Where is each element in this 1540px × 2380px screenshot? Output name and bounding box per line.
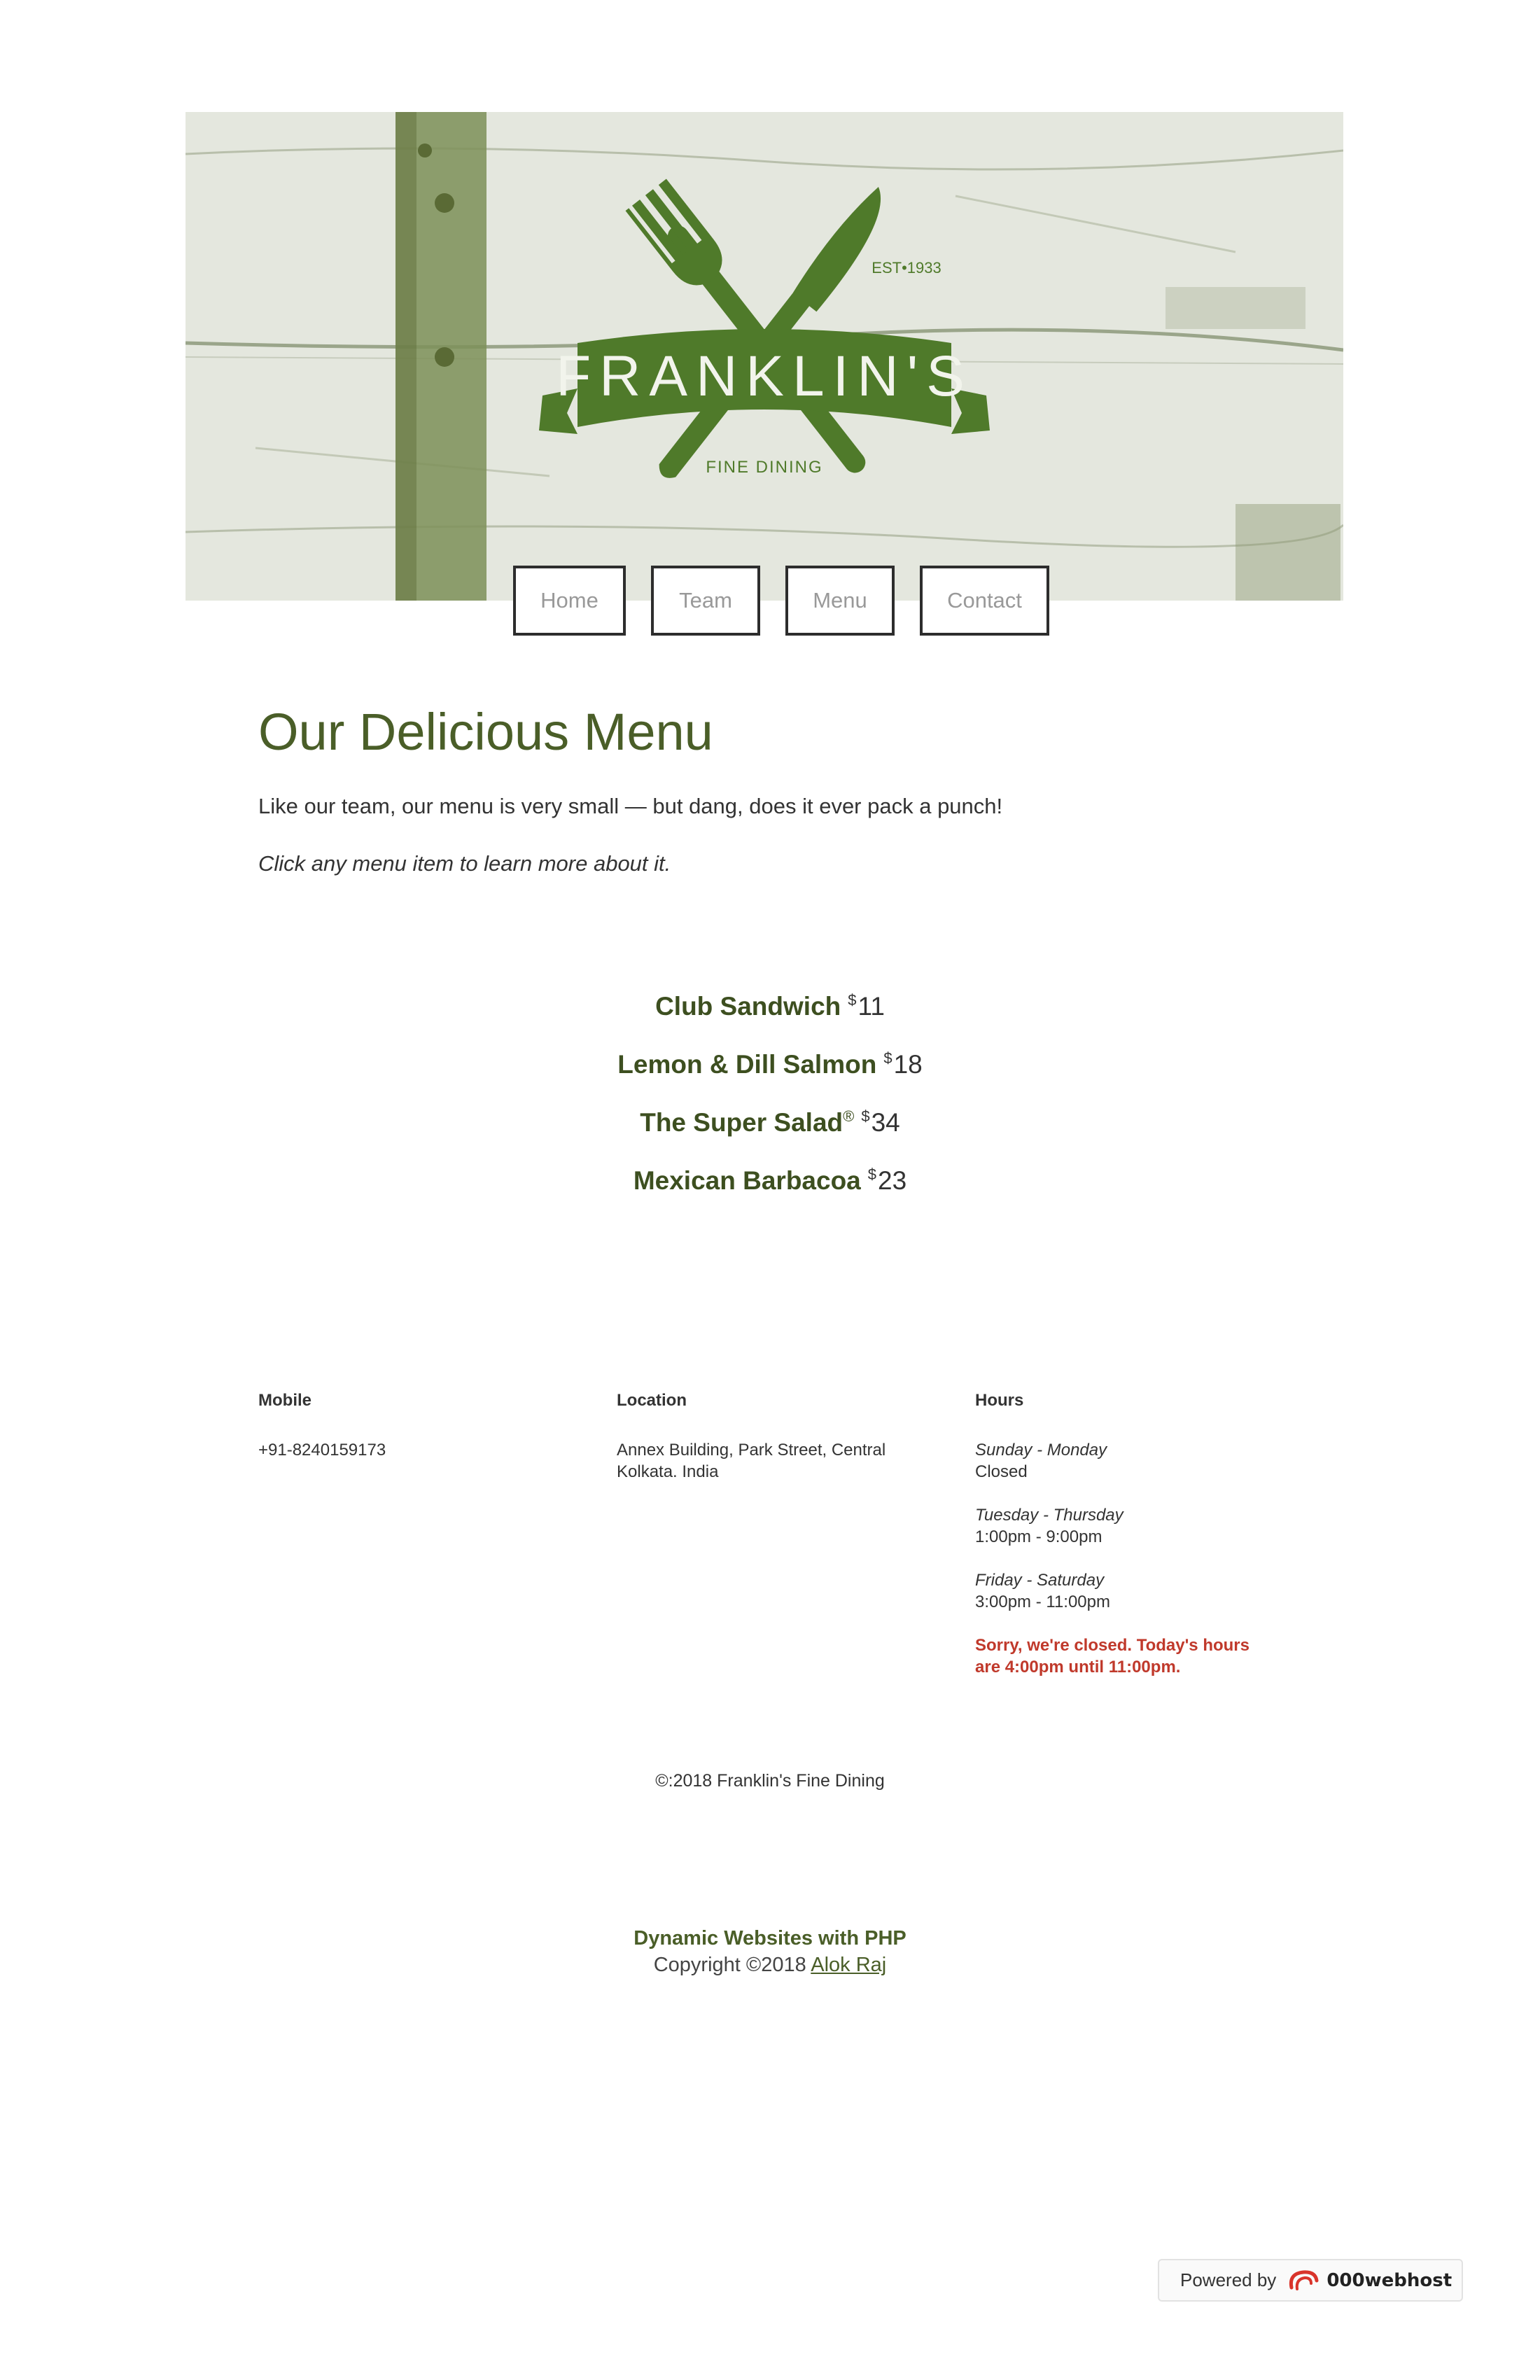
closed-notice: Sorry, we're closed. Today's hours are 4…	[975, 1636, 1250, 1676]
hours-heading: Hours	[975, 1391, 1024, 1410]
price-value: 18	[893, 1050, 923, 1079]
nav-menu[interactable]: Menu	[785, 566, 895, 636]
hero-banner: FRANKLIN'S EST•1933 FINE DINING	[186, 112, 1343, 601]
menu-item-name: Mexican Barbacoa	[633, 1166, 861, 1195]
powered-by-badge[interactable]: Powered by 000webhost	[1158, 2259, 1463, 2302]
currency-symbol: $	[848, 991, 857, 1009]
hint-text: Click any menu item to learn more about …	[258, 851, 671, 876]
menu-item-mexican-barbacoa[interactable]: Mexican Barbacoa $23	[0, 1158, 1540, 1195]
hours-time: 3:00pm - 11:00pm	[975, 1592, 1110, 1611]
currency-symbol: $	[861, 1107, 870, 1125]
menu-item-name: Club Sandwich	[655, 992, 841, 1021]
main-nav: Home Team Menu Contact	[513, 566, 1049, 636]
logo-established: EST•1933	[872, 259, 941, 276]
intro-text: Like our team, our menu is very small — …	[258, 794, 1003, 818]
hours-column: Hours Sunday - Monday Closed Tuesday - T…	[975, 1390, 1269, 1678]
price-value: 34	[871, 1108, 900, 1137]
menu-item-price: $23	[868, 1166, 906, 1195]
credit-copy-text: Copyright ©2018	[653, 1954, 806, 1976]
location-address: Annex Building, Park Street, Central Kol…	[617, 1441, 886, 1481]
menu-item-name: Lemon & Dill Salmon	[617, 1050, 877, 1079]
mobile-heading: Mobile	[258, 1391, 312, 1410]
main-content: Our Delicious Menu Like our team, our me…	[258, 693, 1273, 879]
hours-block: Sunday - Monday Closed	[975, 1439, 1269, 1483]
currency-symbol: $	[867, 1166, 877, 1183]
site-credit: Dynamic Websites with PHP Copyright ©201…	[0, 1925, 1540, 1978]
author-link[interactable]: Alok Raj	[811, 1954, 886, 1976]
page-title: Our Delicious Menu	[258, 703, 713, 761]
credit-copyright: Copyright ©2018 Alok Raj	[0, 1952, 1540, 1978]
hero-background: FRANKLIN'S EST•1933 FINE DINING	[186, 112, 1343, 601]
menu-item-super-salad[interactable]: The Super Salad® $34	[0, 1100, 1540, 1137]
copyright-text: ©:2018 Franklin's Fine Dining	[655, 1771, 885, 1791]
credit-title: Dynamic Websites with PHP	[634, 1927, 906, 1949]
hours-time: Closed	[975, 1462, 1028, 1481]
menu-list: Club Sandwich $11 Lemon & Dill Salmon $18 …	[0, 983, 1540, 1216]
000webhost-logo-icon	[1289, 2269, 1319, 2290]
nav-contact[interactable]: Contact	[920, 566, 1049, 636]
hours-days: Sunday - Monday	[975, 1441, 1107, 1460]
hours-time: 1:00pm - 9:00pm	[975, 1527, 1102, 1546]
logo-tagline: FINE DINING	[706, 458, 822, 477]
mobile-number: +91-8240159173	[258, 1441, 386, 1460]
menu-item-name: The Super Salad	[640, 1108, 844, 1137]
hours-days: Friday - Saturday	[975, 1571, 1105, 1590]
menu-item-price: $18	[883, 1049, 923, 1079]
nav-home[interactable]: Home	[513, 566, 626, 636]
mobile-column: Mobile +91-8240159173	[258, 1390, 552, 1461]
location-heading: Location	[617, 1391, 687, 1410]
powered-by-label: Powered by	[1180, 2269, 1277, 2290]
price-value: 23	[878, 1166, 907, 1195]
logo-name: FRANKLIN'S	[556, 344, 973, 408]
menu-item-club-sandwich[interactable]: Club Sandwich $11	[0, 983, 1540, 1021]
menu-item-price: $11	[848, 991, 885, 1021]
brand-name: 000webhost	[1326, 2269, 1452, 2291]
currency-symbol: $	[883, 1049, 892, 1067]
registered-mark: ®	[843, 1107, 855, 1125]
hours-days: Tuesday - Thursday	[975, 1506, 1124, 1525]
menu-item-price: $34	[861, 1107, 900, 1137]
nav-team[interactable]: Team	[651, 566, 760, 636]
hours-block: Friday - Saturday 3:00pm - 11:00pm	[975, 1569, 1269, 1613]
price-value: 11	[858, 992, 885, 1021]
menu-item-lemon-dill-salmon[interactable]: Lemon & Dill Salmon $18	[0, 1042, 1540, 1079]
location-column: Location Annex Building, Park Street, Ce…	[617, 1390, 911, 1483]
hours-block: Tuesday - Thursday 1:00pm - 9:00pm	[975, 1504, 1269, 1548]
